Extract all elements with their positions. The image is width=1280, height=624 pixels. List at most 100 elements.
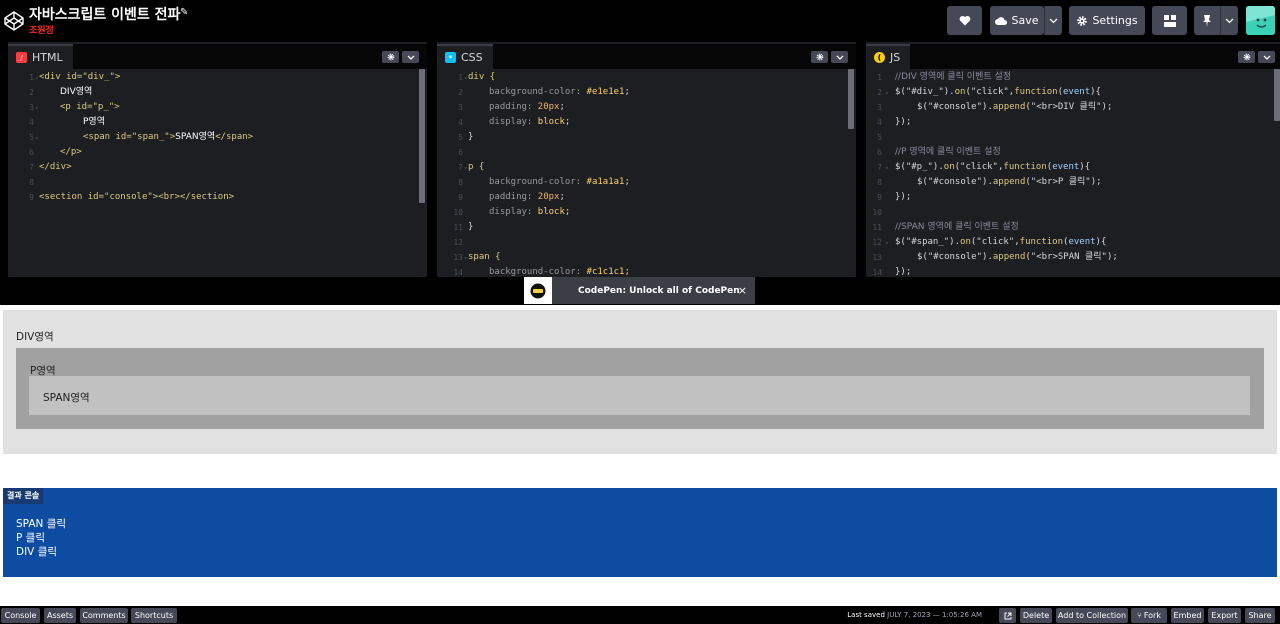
result-preview: DIV영역 P영역 SPAN영역 결과 콘솔 SPAN 클릭 P 클릭 DIV … [0, 305, 1280, 606]
css-editor-collapse-button[interactable] [831, 51, 848, 63]
line-number: 1 [458, 73, 463, 82]
css-editor-scrollbar[interactable] [848, 69, 854, 129]
fold-icon[interactable]: ▾ [885, 240, 889, 247]
avatar-image [1246, 6, 1275, 35]
pin-button[interactable] [1194, 6, 1220, 35]
div-region[interactable]: DIV영역 P영역 SPAN영역 [3, 310, 1277, 454]
html-editor-label: HTML [32, 51, 63, 64]
line-number: 9 [458, 193, 463, 202]
fold-icon[interactable]: ▾ [885, 90, 889, 97]
external-link-icon [1004, 612, 1011, 619]
shortcuts-button[interactable]: Shortcuts [131, 608, 177, 623]
codepen-logo-icon[interactable] [4, 11, 24, 31]
assets-button[interactable]: Assets [44, 608, 76, 623]
fork-button[interactable]: ⑂ Fork [1131, 608, 1167, 623]
fold-icon[interactable]: ▾ [35, 135, 39, 142]
code-line: $("#console").append("<br>P 클릭"); [917, 177, 1102, 187]
notification-text[interactable]: CodePen: Unlock all of CodePen [578, 286, 740, 296]
line-number: 4 [458, 118, 463, 127]
export-button[interactable]: Export [1208, 608, 1241, 623]
line-number: 3 [29, 103, 34, 112]
html-editor-settings-button[interactable] [382, 51, 399, 63]
line-number: 9 [877, 193, 882, 202]
pin-icon [1203, 14, 1211, 27]
add-to-collection-button[interactable]: Add to Collection [1056, 608, 1128, 623]
code-line: display: block; [489, 117, 571, 127]
console-line: DIV 클릭 [16, 546, 58, 558]
chevron-down-icon [407, 55, 414, 60]
share-button[interactable]: Share [1245, 608, 1275, 623]
line-number: 7 [29, 163, 34, 172]
codepen-pro-notification[interactable]: CodePen: Unlock all of CodePen × [524, 277, 755, 304]
save-button[interactable]: Save [990, 6, 1044, 35]
code-line: background-color: #a1a1a1; [489, 177, 630, 187]
p-region[interactable]: P영역 SPAN영역 [16, 348, 1264, 429]
settings-button[interactable]: Settings [1069, 6, 1145, 35]
change-view-button[interactable] [1152, 6, 1187, 35]
line-number: 8 [877, 178, 882, 187]
js-code-area[interactable]: 1 2 ▾ 3 4 5 6 7 ▾ 8 9 10 11 12 ▾ 13 14 //DI… [866, 69, 1280, 277]
close-icon[interactable]: × [738, 284, 747, 297]
css-gutter: 1 ▾ 2 3 4 5 6 7 ▾ 8 9 10 11 12 13 ▾ 14 [437, 69, 467, 277]
code-line: $("#console").append("<br>SPAN 클릭"); [917, 252, 1118, 262]
settings-label: Settings [1092, 14, 1138, 27]
line-number: 14 [453, 268, 463, 277]
line-number: 13 [872, 253, 882, 262]
line-number: 7 [877, 163, 882, 172]
html-badge-icon: / [16, 52, 27, 63]
gear-icon [1077, 15, 1088, 26]
line-number: 5 [877, 133, 882, 142]
save-options-button[interactable] [1044, 6, 1062, 35]
js-editor-header: ( JS [866, 44, 1280, 69]
fold-icon[interactable]: ▾ [35, 105, 39, 112]
js-editor-collapse-button[interactable] [1258, 51, 1275, 63]
css-editor-tab[interactable]: * CSS [437, 44, 493, 69]
open-external-button[interactable] [999, 608, 1016, 623]
pin-options-button[interactable] [1220, 6, 1238, 35]
js-editor-label: JS [890, 51, 901, 64]
line-number: 9 [29, 193, 34, 202]
code-line: display: block; [489, 207, 571, 217]
code-line: } [468, 222, 474, 232]
js-editor-scrollbar[interactable] [1274, 69, 1280, 121]
embed-button[interactable]: Embed [1171, 608, 1204, 623]
delete-button[interactable]: Delete [1020, 608, 1052, 623]
css-code-area[interactable]: 1 ▾ 2 3 4 5 6 7 ▾ 8 9 10 11 12 13 ▾ 14 div … [437, 69, 856, 277]
line-number: 6 [29, 148, 34, 157]
fold-icon[interactable]: ▾ [885, 165, 889, 172]
code-line: //SPAN 영역에 클릭 이벤트 설정 [895, 222, 1019, 232]
code-line: <section id="console"><br></section> [39, 192, 235, 202]
div-region-label: DIV영역 [16, 331, 54, 343]
console-button[interactable]: Console [1, 608, 40, 623]
layout-grid-icon [1163, 14, 1176, 27]
line-number: 4 [877, 118, 882, 127]
author-name[interactable]: 조원정 [29, 23, 54, 36]
heart-button[interactable] [947, 6, 982, 35]
line-number: 12 [872, 238, 882, 247]
html-code-area[interactable]: 1 ▾ 2 3 ▾ 4 5 ▾ 6 7 8 9 <div id="div_"> DIV… [8, 69, 427, 277]
code-line: //DIV 영역에 클릭 이벤트 설정 [895, 72, 1012, 82]
html-editor-scrollbar[interactable] [419, 69, 425, 203]
code-line: </p> [60, 147, 82, 157]
line-number: 13 [453, 253, 463, 262]
span-region-label: SPAN영역 [43, 392, 90, 404]
code-line: padding: 20px; [489, 102, 565, 112]
code-line: $("#span_").on("click",function(event){ [895, 237, 1107, 247]
css-editor-settings-button[interactable] [811, 51, 828, 63]
js-editor-tab[interactable]: ( JS [866, 44, 911, 69]
console-line: SPAN 클릭 [16, 518, 67, 530]
console-line: P 클릭 [16, 532, 45, 544]
chevron-down-icon [1263, 55, 1270, 60]
html-editor-collapse-button[interactable] [402, 51, 419, 63]
code-line: $("#console").append("<br>DIV 클릭"); [917, 102, 1113, 112]
chevron-down-icon [1225, 18, 1234, 23]
comments-button[interactable]: Comments [80, 608, 128, 623]
js-editor-settings-button[interactable] [1238, 51, 1255, 63]
html-editor-header: / HTML [8, 44, 427, 69]
code-line: span { [468, 252, 501, 262]
user-avatar[interactable] [1246, 6, 1275, 35]
html-editor-tab[interactable]: / HTML [8, 44, 73, 69]
edit-title-pencil-icon[interactable]: ✎ [180, 7, 188, 18]
pen-title[interactable]: 자바스크립트 이벤트 전파 [29, 4, 180, 24]
span-region[interactable]: SPAN영역 [29, 376, 1250, 415]
